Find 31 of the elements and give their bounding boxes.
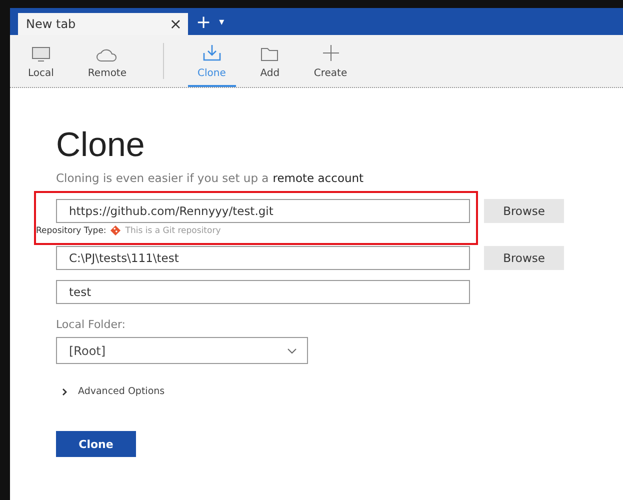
browse-button[interactable]: Browse xyxy=(484,246,564,270)
remote-account-link[interactable]: remote account xyxy=(272,171,364,185)
plus-icon xyxy=(322,44,340,62)
new-tab-button[interactable]: + xyxy=(196,11,212,35)
destination-path-field[interactable]: C:\PJ\tests\111\test xyxy=(56,246,470,270)
browser-tab[interactable]: New tab × xyxy=(18,13,188,35)
browse-button[interactable]: Browse xyxy=(484,199,564,223)
tab-title: New tab xyxy=(26,17,76,31)
subtitle-text: Cloning is even easier if you set up a xyxy=(56,171,269,185)
toolbar-tab[interactable]: Local xyxy=(18,35,64,87)
local-folder-dropdown[interactable]: [Root] xyxy=(56,337,308,364)
repository-type-label: Repository Type: xyxy=(36,226,106,236)
advanced-options-toggle[interactable]: Advanced Options xyxy=(62,386,165,397)
git-logo-icon xyxy=(110,225,122,236)
close-tab-button[interactable]: × xyxy=(169,15,182,33)
clone-button[interactable]: Clone xyxy=(56,431,136,457)
toolbar-tab[interactable]: Create xyxy=(304,35,358,87)
source-url-field[interactable]: https://github.com/Rennyyy/test.git xyxy=(56,199,470,223)
tab-menu-button[interactable]: ▾ xyxy=(219,11,224,35)
download-icon xyxy=(202,44,222,62)
name-field[interactable]: test xyxy=(56,280,470,304)
monitor-icon xyxy=(30,46,51,62)
local-folder-label: Local Folder: xyxy=(56,318,127,331)
chevron-icon xyxy=(62,388,68,396)
repository-type-text: This is a Git repository xyxy=(125,226,221,236)
page-heading: Clone xyxy=(56,126,146,165)
chevron-down-icon xyxy=(287,348,297,354)
toolbar-tab[interactable]: Add xyxy=(250,35,290,87)
toolbar-tab[interactable]: Remote xyxy=(78,35,137,87)
folder-icon xyxy=(260,46,280,62)
cloud-icon xyxy=(96,48,118,62)
